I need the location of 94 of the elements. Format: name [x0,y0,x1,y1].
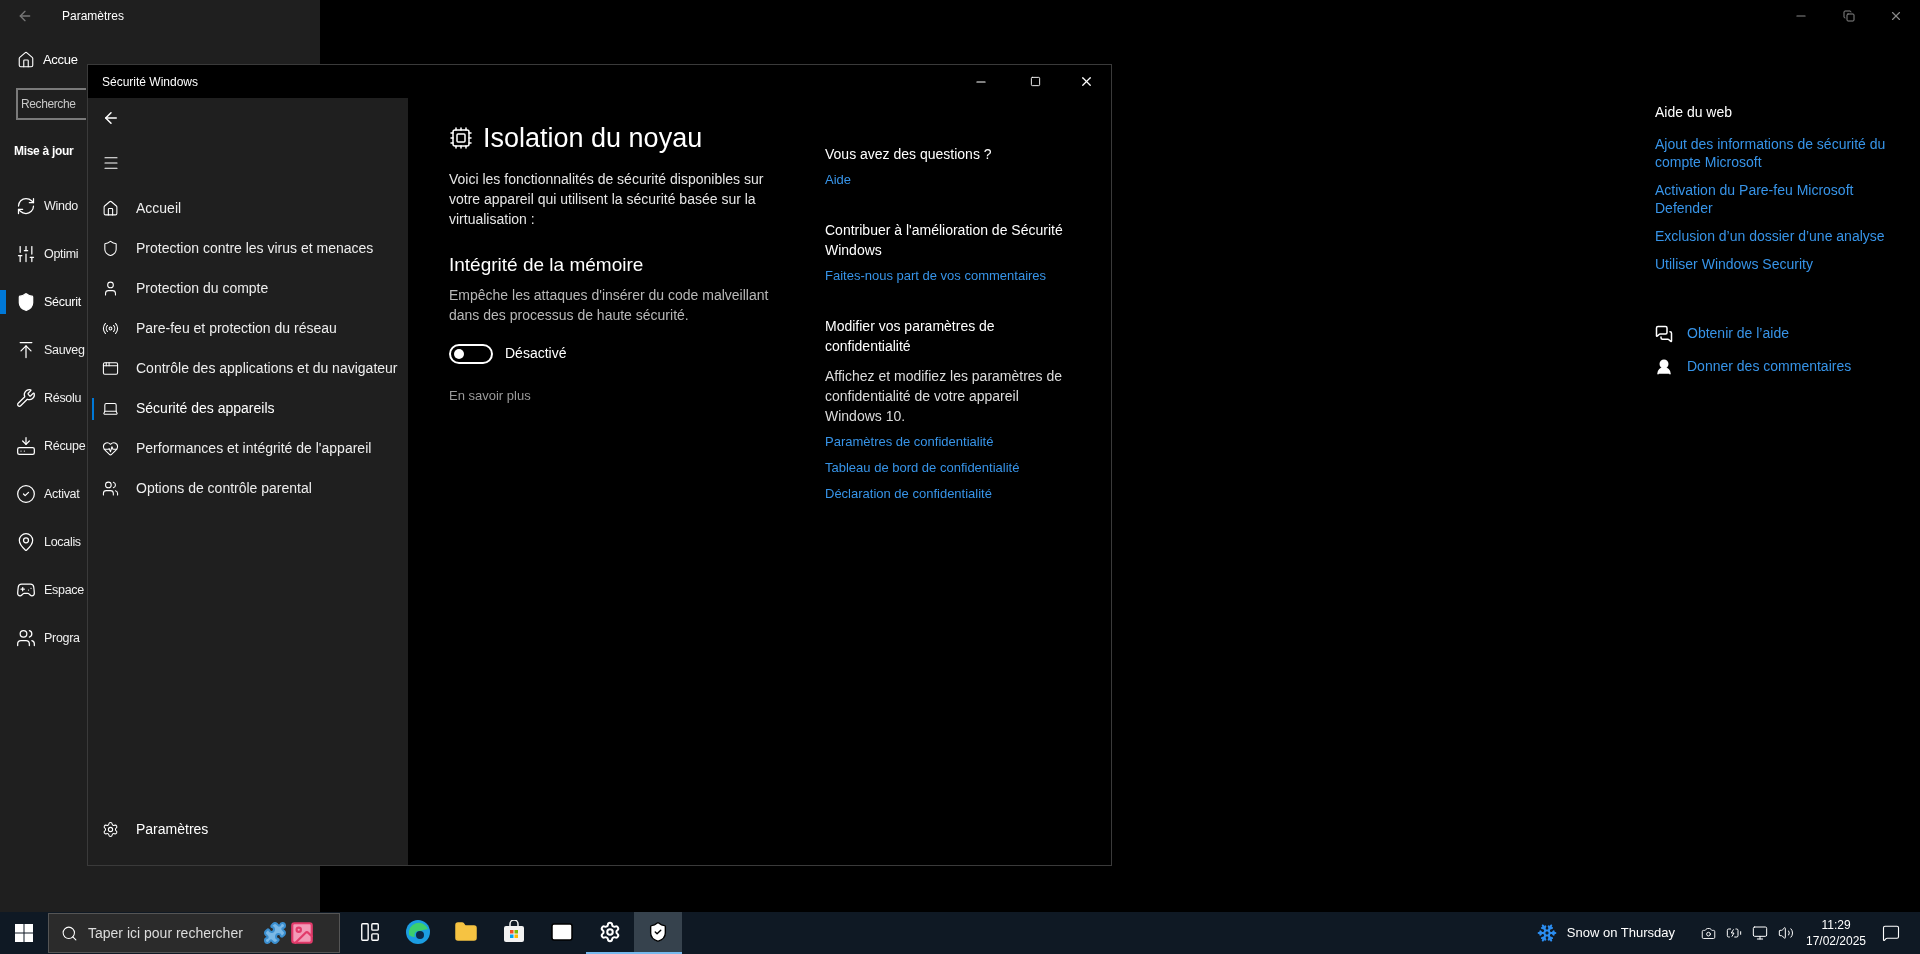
sync-icon [16,196,36,216]
store-icon [502,920,526,944]
nav-item[interactable]: Sécurit [44,292,81,312]
nav-item[interactable]: Options de contrôle parental [136,477,312,499]
nav-item[interactable]: Sécurité des appareils [136,397,275,419]
toggle-switch[interactable] [449,343,493,364]
nav-item[interactable]: Performances et intégrité de l'appareil [136,437,372,459]
nav-item[interactable]: Protection du compte [136,277,269,299]
page-title: Isolation du noyau [483,122,703,155]
help-link[interactable]: Paramètres de confidentialité [825,432,1075,452]
nav-item[interactable]: Windo [44,196,78,216]
volume-icon [1778,925,1794,941]
nav-item[interactable]: Accue [43,50,78,70]
back-icon[interactable] [102,109,120,127]
nav-item[interactable]: Contrôle des applications et du navigateur [136,357,398,379]
nav-item[interactable]: Progra [44,628,80,648]
window-icon [102,359,119,377]
section-heading: Vous avez des questions ? [825,145,993,164]
help-link[interactable]: Tableau de bord de confidentialité [825,458,1075,478]
nav-item[interactable]: Optimi [44,244,79,264]
learn-more-link[interactable]: En savoir plus [449,386,825,406]
section-text: Affichez et modifiez les paramètres de confidentialité de votre appareil Windows 10. [825,367,1064,426]
restore-icon[interactable] [1843,10,1855,22]
shield-icon [647,921,669,943]
nav-item[interactable]: Paramètres [136,818,209,840]
nav-item[interactable]: Accueil [136,197,182,219]
search-bar[interactable]: Taper ici pour rechercher [48,913,340,953]
nav-item[interactable]: Récupe [44,436,86,456]
nav-item[interactable]: Résolu [44,388,82,408]
notification-icon[interactable] [1882,924,1900,942]
section-heading: Contribuer à l'amélioration de Sécurité Windows [825,221,1064,260]
window-title: Sécurité Windows [102,73,199,91]
help-link[interactable]: Obtenir de l’aide [1687,323,1789,344]
nav-item[interactable]: Localis [44,532,81,552]
nav-item[interactable]: Activat [44,484,80,504]
snowflake-icon [1536,923,1557,943]
clock-time[interactable]: 11:29 [1821,917,1851,933]
camera-icon [1701,925,1716,941]
home-icon [102,199,119,217]
people-icon [16,628,36,648]
close-icon[interactable] [1889,9,1903,23]
nav-item[interactable]: Sauveg [44,340,85,360]
image-icon [289,920,315,946]
help-link[interactable]: Aide [825,170,1075,190]
help-link[interactable]: Exclusion d’un dossier d’une analyse [1655,227,1895,245]
wrench-icon [16,388,36,408]
feedback-icon [1655,357,1673,376]
heart-icon [102,439,119,457]
network-icon [1752,925,1768,941]
search-icon [61,924,78,942]
section-heading: Intégrité de la mémoire [449,252,645,277]
chip-icon [449,126,473,151]
maximize-icon[interactable] [1030,76,1041,87]
nav-item[interactable]: Pare-feu et protection du réseau [136,317,337,339]
home-icon [17,51,35,69]
search-field[interactable]: Recherche [16,88,86,120]
shield-icon [16,292,36,312]
nav-item[interactable]: Protection contre les virus et menaces [136,237,374,259]
drive-icon [16,436,36,456]
help-link[interactable]: Activation du Pare-feu Microsoft Defender [1655,181,1895,217]
settings-icon [599,921,621,943]
clock-date[interactable]: 17/02/2025 [1805,933,1867,949]
folder-icon [454,920,478,944]
windows-logo-icon[interactable] [15,924,33,942]
help-link[interactable]: Déclaration de confidentialité [825,484,1075,504]
chat-help-icon [1655,324,1673,343]
intro-text: Voici les fonctionnalités de sécurité disponibles sur votre appareil qui utilisent la sécurité basée sur la virtualisation : [449,169,765,229]
person-icon [102,279,119,297]
sliders-icon [16,244,36,264]
description-text: Empêche les attaques d'insérer du code malveillant dans des processus de haute sécurité. [449,286,770,325]
puzzle-icon [263,921,287,945]
settings-icon [102,820,119,838]
family-icon [102,479,119,497]
close-icon[interactable] [1079,74,1094,89]
help-link[interactable]: Donner des commentaires [1687,356,1852,377]
task-view-icon [359,921,381,943]
section-heading: Modifier vos paramètres de confidentialité [825,317,996,356]
menu-icon[interactable] [102,154,120,172]
section-heading: Aide du web [1655,103,1734,122]
check-circle-icon [16,484,36,504]
help-link[interactable]: Faites-nous part de vos commentaires [825,266,1075,286]
location-icon [16,532,36,552]
search-field[interactable]: Taper ici pour rechercher [88,922,263,944]
shield-icon [102,239,119,257]
toggle-label: Désactivé [505,344,567,363]
weather-text[interactable]: Snow on Thursday [1566,923,1675,943]
battery-icon [1726,925,1742,941]
nav-item[interactable]: Espace [44,580,84,600]
taskbar-app-button[interactable] [634,912,682,954]
section-heading: Mise à jour [14,143,74,160]
browser-icon [405,919,431,945]
window-title: Paramètres [62,8,125,25]
help-link[interactable]: Ajout des informations de sécurité du compte Microsoft [1655,135,1895,171]
help-link[interactable]: Utiliser Windows Security [1655,255,1895,273]
